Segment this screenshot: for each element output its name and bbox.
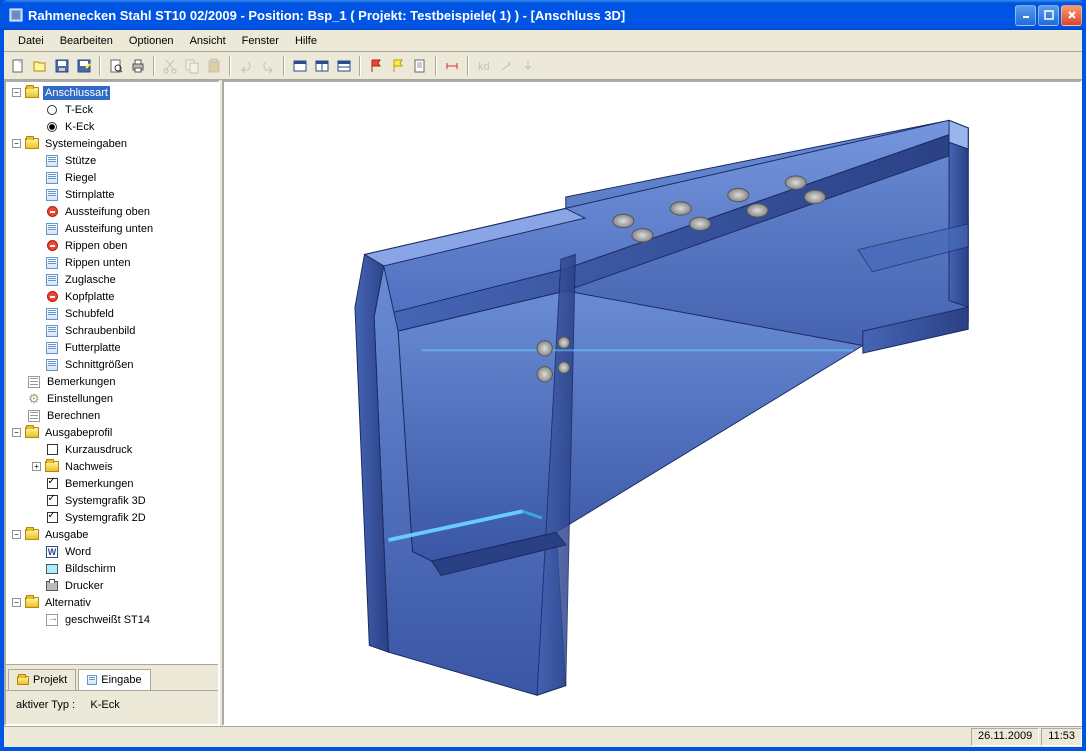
titlebar: Rahmenecken Stahl ST10 02/2009 - Positio…	[0, 0, 1086, 30]
node-anschlussart[interactable]: −Anschlussart	[8, 84, 216, 101]
sidebar-tabs: Projekt Eingabe	[6, 664, 218, 690]
node-systemgrafik-3d[interactable]: Systemgrafik 3D	[8, 492, 216, 509]
node-kurzausdruck[interactable]: Kurzausdruck	[8, 441, 216, 458]
window2-button[interactable]	[312, 56, 332, 76]
window3-button[interactable]	[334, 56, 354, 76]
tab-eingabe[interactable]: Eingabe	[78, 669, 150, 690]
node-geschweisst[interactable]: geschweißt ST14	[8, 611, 216, 628]
preview-button[interactable]	[106, 56, 126, 76]
yellow-flag-button[interactable]	[388, 56, 408, 76]
print-button[interactable]	[128, 56, 148, 76]
node-word[interactable]: WWord	[8, 543, 216, 560]
node-drucker[interactable]: Drucker	[8, 577, 216, 594]
arrow-right-button[interactable]	[496, 56, 516, 76]
aktiver-typ-value: K-Eck	[90, 699, 119, 711]
svg-text:kd: kd	[478, 61, 490, 73]
node-rippen-unten[interactable]: Rippen unten	[8, 254, 216, 271]
node-bemerkungen[interactable]: Bemerkungen	[8, 373, 216, 390]
node-stuetze[interactable]: Stütze	[8, 152, 216, 169]
statusbar: 26.11.2009 11:53	[4, 726, 1082, 747]
cut-button[interactable]	[160, 56, 180, 76]
redo-button[interactable]	[258, 56, 278, 76]
node-systemeingaben[interactable]: −Systemeingaben	[8, 135, 216, 152]
node-einstellungen[interactable]: ⚙Einstellungen	[8, 390, 216, 407]
red-flag-button[interactable]	[366, 56, 386, 76]
node-nachweis[interactable]: +Nachweis	[8, 458, 216, 475]
node-zuglasche[interactable]: Zuglasche	[8, 271, 216, 288]
node-stirnplatte[interactable]: Stirnplatte	[8, 186, 216, 203]
minimize-button[interactable]	[1015, 5, 1036, 26]
node-schnittgroessen[interactable]: Schnittgrößen	[8, 356, 216, 373]
new-button[interactable]	[8, 56, 28, 76]
node-bildschirm[interactable]: Bildschirm	[8, 560, 216, 577]
tab-projekt[interactable]: Projekt	[8, 669, 76, 690]
node-rippen-oben[interactable]: Rippen oben	[8, 237, 216, 254]
menu-ansicht[interactable]: Ansicht	[182, 32, 234, 50]
node-alternativ[interactable]: −Alternativ	[8, 594, 216, 611]
arrow-down-button[interactable]	[518, 56, 538, 76]
node-k-eck[interactable]: K-Eck	[8, 118, 216, 135]
status-panel: aktiver Typ : K-Eck	[6, 690, 218, 724]
node-kopfplatte[interactable]: Kopfplatte	[8, 288, 216, 305]
close-button[interactable]	[1061, 5, 1082, 26]
dimension-button[interactable]	[442, 56, 462, 76]
node-t-eck[interactable]: T-Eck	[8, 101, 216, 118]
menu-optionen[interactable]: Optionen	[121, 32, 182, 50]
menubar: Datei Bearbeiten Optionen Ansicht Fenste…	[4, 30, 1082, 52]
node-riegel[interactable]: Riegel	[8, 169, 216, 186]
viewport-3d[interactable]	[222, 80, 1082, 726]
copy-button[interactable]	[182, 56, 202, 76]
coord-button[interactable]: kd	[474, 56, 494, 76]
node-aussteifung-unten[interactable]: Aussteifung unten	[8, 220, 216, 237]
menu-hilfe[interactable]: Hilfe	[287, 32, 325, 50]
toolbar: kd	[4, 52, 1082, 80]
beam-3d-render	[224, 82, 1080, 724]
node-schubfeld[interactable]: Schubfeld	[8, 305, 216, 322]
menu-fenster[interactable]: Fenster	[234, 32, 287, 50]
node-aussteifung-oben[interactable]: Aussteifung oben	[8, 203, 216, 220]
node-schraubenbild[interactable]: Schraubenbild	[8, 322, 216, 339]
node-futterplatte[interactable]: Futterplatte	[8, 339, 216, 356]
maximize-button[interactable]	[1038, 5, 1059, 26]
node-ausgabe[interactable]: −Ausgabe	[8, 526, 216, 543]
open-button[interactable]	[30, 56, 50, 76]
menu-datei[interactable]: Datei	[10, 32, 52, 50]
aktiver-typ-label: aktiver Typ :	[16, 699, 75, 711]
paste-button[interactable]	[204, 56, 224, 76]
node-bemerkungen2[interactable]: Bemerkungen	[8, 475, 216, 492]
titlebar-text: Rahmenecken Stahl ST10 02/2009 - Positio…	[28, 8, 1015, 23]
save-button[interactable]	[52, 56, 72, 76]
tree[interactable]: −Anschlussart T-Eck K-Eck −Systemeingabe…	[6, 82, 218, 664]
node-ausgabeprofil[interactable]: −Ausgabeprofil	[8, 424, 216, 441]
save-as-button[interactable]	[74, 56, 94, 76]
statusbar-time: 11:53	[1041, 728, 1082, 746]
node-berechnen[interactable]: Berechnen	[8, 407, 216, 424]
sidebar: −Anschlussart T-Eck K-Eck −Systemeingabe…	[4, 80, 220, 726]
statusbar-date: 26.11.2009	[971, 728, 1039, 746]
node-systemgrafik-2d[interactable]: Systemgrafik 2D	[8, 509, 216, 526]
document-button[interactable]	[410, 56, 430, 76]
app-icon	[8, 7, 24, 23]
undo-button[interactable]	[236, 56, 256, 76]
window1-button[interactable]	[290, 56, 310, 76]
menu-bearbeiten[interactable]: Bearbeiten	[52, 32, 121, 50]
